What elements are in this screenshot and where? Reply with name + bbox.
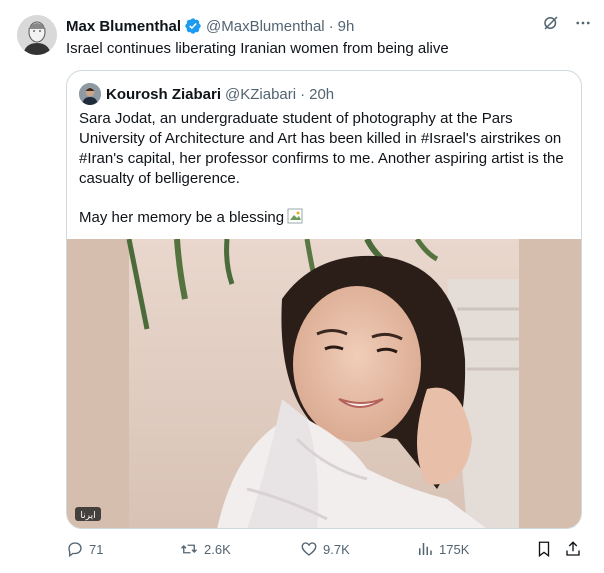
bookmark-button[interactable] bbox=[535, 540, 558, 558]
repost-button[interactable]: 2.6K bbox=[179, 540, 231, 558]
separator-dot: · bbox=[328, 17, 334, 35]
svg-text:ایرنا: ایرنا bbox=[80, 511, 95, 521]
quote-author-handle[interactable]: @KZiabari bbox=[225, 86, 296, 103]
repost-icon bbox=[181, 544, 197, 554]
quote-text: Sara Jodat, an undergraduate student of … bbox=[79, 109, 569, 228]
like-count: 9.7K bbox=[323, 541, 350, 557]
quote-author-name[interactable]: Kourosh Ziabari bbox=[106, 86, 221, 103]
views-icon bbox=[419, 543, 432, 555]
tweet-header: Max Blumenthal @MaxBlumenthal · 9h bbox=[66, 16, 604, 36]
author-name[interactable]: Max Blumenthal bbox=[66, 18, 181, 35]
more-icon[interactable] bbox=[574, 14, 592, 36]
media-watermark-logo: ایرنا bbox=[75, 507, 101, 521]
quote-avatar[interactable] bbox=[79, 83, 101, 105]
quote-paragraph: May her memory be a blessing bbox=[79, 208, 569, 228]
author-handle[interactable]: @MaxBlumenthal bbox=[206, 18, 325, 35]
quote-header: Kourosh Ziabari @KZiabari · 20h bbox=[79, 83, 334, 105]
views-button[interactable]: 175K bbox=[416, 540, 469, 558]
quote-paragraph: Sara Jodat, an undergraduate student of … bbox=[79, 110, 564, 187]
broken-image-icon bbox=[287, 208, 303, 224]
reply-button[interactable]: 71 bbox=[66, 540, 103, 558]
bookmark-icon bbox=[538, 541, 550, 558]
like-icon bbox=[301, 542, 317, 556]
share-icon bbox=[566, 541, 580, 556]
quoted-tweet[interactable]: Kourosh Ziabari @KZiabari · 20h Sara Jod… bbox=[66, 70, 582, 529]
quote-time[interactable]: 20h bbox=[309, 86, 334, 103]
share-button[interactable] bbox=[564, 540, 587, 558]
quote-separator-dot: · bbox=[300, 85, 306, 103]
views-count: 175K bbox=[439, 541, 470, 557]
reply-icon bbox=[68, 542, 82, 558]
quote-paragraph-text: May her memory be a blessing bbox=[79, 209, 285, 226]
like-button[interactable]: 9.7K bbox=[300, 540, 350, 558]
tweet-text: Israel continues liberating Iranian wome… bbox=[66, 40, 449, 57]
tweet-actions: 71 2.6K 9.7K 175K bbox=[66, 540, 586, 562]
avatar[interactable] bbox=[17, 15, 57, 55]
quote-media-photo[interactable]: ایرنا bbox=[67, 239, 581, 528]
repost-count: 2.6K bbox=[204, 541, 231, 557]
verified-badge-icon bbox=[184, 17, 202, 35]
tweet-time[interactable]: 9h bbox=[338, 18, 355, 35]
tweet[interactable]: Max Blumenthal @MaxBlumenthal · 9h Israe… bbox=[0, 0, 604, 573]
grok-icon[interactable] bbox=[542, 14, 560, 36]
reply-count: 71 bbox=[89, 541, 104, 557]
